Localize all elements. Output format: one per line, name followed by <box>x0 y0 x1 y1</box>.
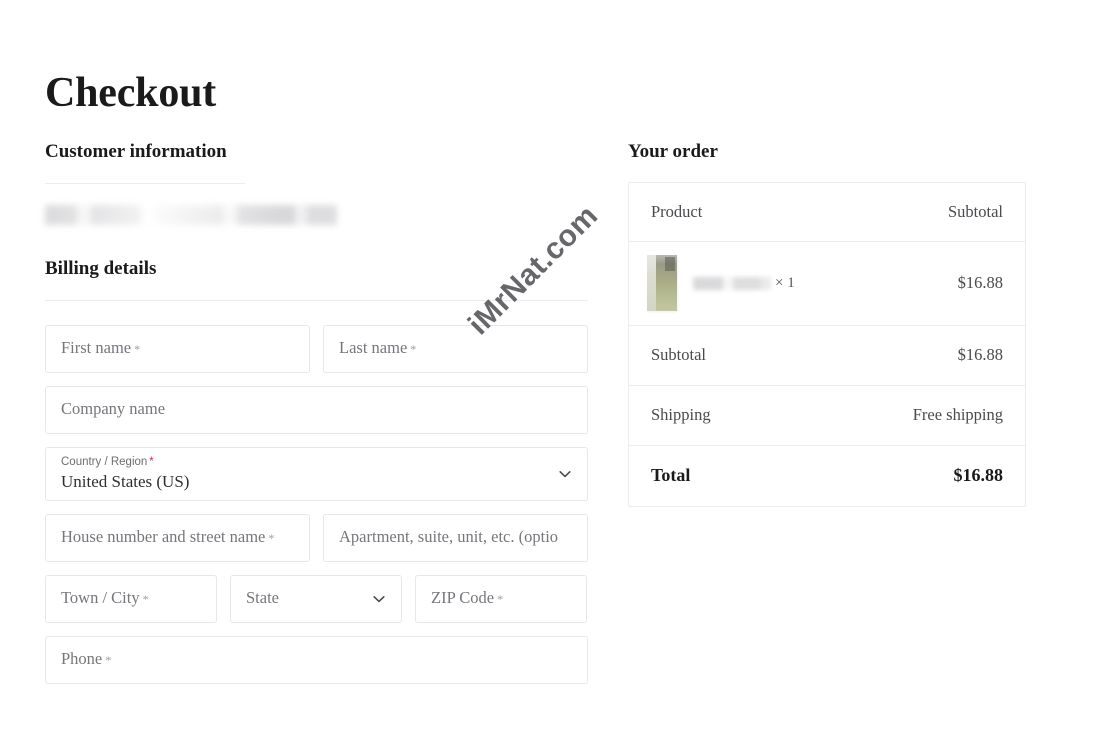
order-shipping-row: Shipping Free shipping <box>629 386 1025 446</box>
chevron-down-icon <box>372 592 386 606</box>
city-state-zip-row: Town / City * State ZIP Code * <box>45 574 588 623</box>
order-subtotal-value: $16.88 <box>957 345 1003 365</box>
billing-column: Customer information Billing details Fir… <box>45 140 588 697</box>
name-row: First name * Last name * <box>45 324 588 373</box>
customer-information-heading: Customer information <box>45 141 227 162</box>
redacted-product-name <box>693 276 771 290</box>
chevron-down-icon <box>558 467 572 481</box>
country-region-label: Country / Region * <box>61 455 154 468</box>
product-thumbnail-image <box>647 255 677 312</box>
address-line-2-field[interactable]: Apartment, suite, unit, etc. (optio <box>323 513 588 562</box>
last-name-field[interactable]: Last name * <box>323 324 588 373</box>
street-address-field[interactable]: House number and street name * <box>45 513 310 562</box>
order-total-value: $16.88 <box>953 465 1004 486</box>
first-name-placeholder: First name <box>61 338 132 358</box>
customer-information-divider <box>45 182 245 184</box>
order-subtotal-row: Subtotal $16.88 <box>629 326 1025 386</box>
column-header-subtotal: Subtotal <box>947 201 1003 221</box>
zip-code-placeholder: ZIP Code <box>431 588 495 608</box>
first-name-required: * <box>134 341 141 356</box>
street-address-placeholder: House number and street name <box>61 527 266 547</box>
order-summary-table: Product Subtotal × 1 $16.88 Subtotal $16… <box>628 181 1026 507</box>
order-line-item: × 1 $16.88 <box>629 242 1025 326</box>
checkout-page: Checkout Customer information Billing de… <box>0 0 1093 751</box>
zip-code-required: * <box>497 591 504 606</box>
address-row: House number and street name * Apartment,… <box>45 513 588 562</box>
phone-required: * <box>105 652 112 667</box>
order-total-label: Total <box>651 465 691 486</box>
company-name-field[interactable]: Company name <box>45 385 588 434</box>
billing-details-heading: Billing details <box>45 257 157 279</box>
billing-details-divider <box>45 299 588 301</box>
order-shipping-label: Shipping <box>651 405 711 425</box>
order-item-subtotal: $16.88 <box>957 273 1003 293</box>
country-region-select[interactable]: Country / Region * United States (US) <box>45 446 588 501</box>
your-order-heading: Your order <box>628 141 718 162</box>
city-required: * <box>142 591 149 606</box>
page-title: Checkout <box>45 70 217 117</box>
city-field[interactable]: Town / City * <box>45 574 217 623</box>
column-header-product: Product <box>651 201 703 221</box>
first-name-field[interactable]: First name * <box>45 324 310 373</box>
billing-form: First name * Last name * Company name Coun… <box>45 324 588 684</box>
country-row: Country / Region * United States (US) <box>45 446 588 501</box>
order-table-header: Product Subtotal <box>629 183 1025 242</box>
country-region-value: United States (US) <box>61 472 190 492</box>
street-address-required: * <box>268 530 275 545</box>
order-total-row: Total $16.88 <box>629 446 1025 506</box>
company-name-placeholder: Company name <box>61 399 166 419</box>
order-shipping-value: Free shipping <box>912 405 1003 425</box>
zip-code-field[interactable]: ZIP Code * <box>415 574 587 623</box>
last-name-required: * <box>410 341 417 356</box>
address-line-2-placeholder: Apartment, suite, unit, etc. (optio <box>339 527 559 547</box>
order-column: Your order Product Subtotal × 1 $16.88 S… <box>628 140 1026 507</box>
order-item-left: × 1 <box>647 255 795 312</box>
country-required: * <box>149 455 154 468</box>
phone-row: Phone * <box>45 635 588 684</box>
state-select[interactable]: State <box>230 574 402 623</box>
phone-field[interactable]: Phone * <box>45 635 588 684</box>
order-subtotal-label: Subtotal <box>651 345 707 365</box>
city-placeholder: Town / City <box>61 588 140 608</box>
redacted-customer-info <box>45 204 337 225</box>
phone-placeholder: Phone <box>61 649 103 669</box>
company-row: Company name <box>45 385 588 434</box>
last-name-placeholder: Last name <box>339 338 408 358</box>
state-placeholder: State <box>246 588 279 608</box>
product-quantity: × 1 <box>775 274 795 291</box>
